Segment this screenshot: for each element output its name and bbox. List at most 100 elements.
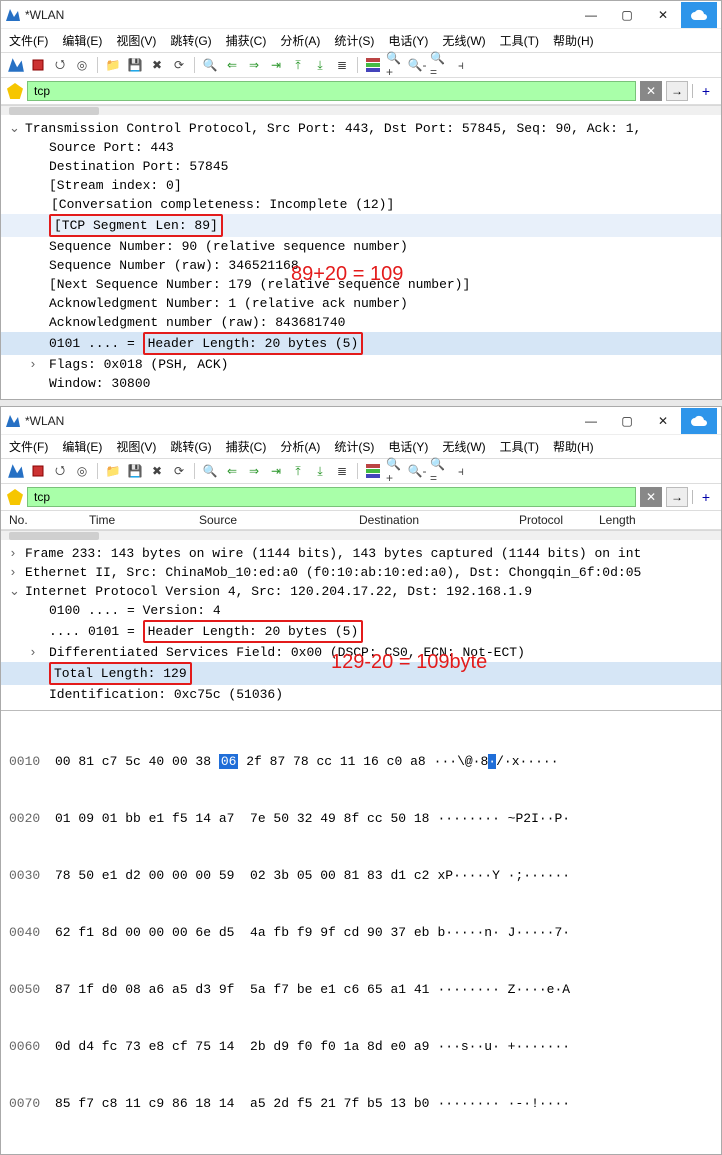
hex-row[interactable]: 004062 f1 8d 00 00 00 6e d5 4a fb f9 9f … bbox=[1, 923, 721, 942]
packet-detail-pane[interactable]: ⌄ Transmission Control Protocol, Src Port… bbox=[1, 115, 721, 399]
minimize-button[interactable]: — bbox=[573, 2, 609, 28]
col-len[interactable]: Length bbox=[599, 513, 649, 527]
resize-cols-icon[interactable]: ⫞ bbox=[452, 56, 470, 74]
col-src[interactable]: Source bbox=[199, 513, 359, 527]
coloring-icon[interactable] bbox=[364, 462, 382, 480]
add-filter-button[interactable]: + bbox=[697, 81, 715, 101]
menu-stat[interactable]: 统计(S) bbox=[334, 438, 374, 455]
bookmark-icon[interactable] bbox=[7, 83, 23, 99]
first-icon[interactable]: ⤒ bbox=[289, 462, 307, 480]
col-no[interactable]: No. bbox=[9, 513, 89, 527]
header-length[interactable]: Header Length: 20 bytes (5) bbox=[143, 332, 364, 355]
menu-view[interactable]: 视图(V) bbox=[116, 438, 156, 455]
close-button[interactable]: ✕ bbox=[645, 408, 681, 434]
ip-header-length[interactable]: Header Length: 20 bytes (5) bbox=[143, 620, 364, 643]
zoom-out-icon[interactable]: 🔍- bbox=[408, 462, 426, 480]
menu-tools[interactable]: 工具(T) bbox=[500, 438, 539, 455]
total-length[interactable]: Total Length: 129 bbox=[49, 662, 192, 685]
hex-row[interactable]: 001000 81 c7 5c 40 00 38 06 2f 87 78 cc … bbox=[1, 752, 721, 771]
ip-version[interactable]: 0100 .... = Version: 4 bbox=[49, 603, 221, 618]
jump-icon[interactable]: ⇥ bbox=[267, 56, 285, 74]
restart-capture-icon[interactable]: ⭯ bbox=[51, 56, 69, 74]
tcp-header[interactable]: Transmission Control Protocol, Src Port:… bbox=[25, 121, 641, 136]
hex-row[interactable]: 005087 1f d0 08 a6 a5 d3 9f 5a f7 be e1 … bbox=[1, 980, 721, 999]
menu-edit[interactable]: 编辑(E) bbox=[62, 438, 102, 455]
bookmark-icon[interactable] bbox=[7, 489, 23, 505]
minimize-button[interactable]: — bbox=[573, 408, 609, 434]
first-icon[interactable]: ⤒ bbox=[289, 56, 307, 74]
maximize-button[interactable]: ▢ bbox=[609, 2, 645, 28]
stop-capture-icon[interactable] bbox=[29, 462, 47, 480]
toolbar-app-icon[interactable] bbox=[7, 56, 25, 74]
expand-icon[interactable]: › bbox=[9, 544, 19, 563]
hex-row[interactable]: 007085 f7 c8 11 c9 86 18 14 a5 2d f5 21 … bbox=[1, 1094, 721, 1113]
menu-file[interactable]: 文件(F) bbox=[9, 32, 48, 49]
expand-icon[interactable]: › bbox=[29, 355, 39, 374]
last-icon[interactable]: ⤓ bbox=[311, 56, 329, 74]
menu-help[interactable]: 帮助(H) bbox=[553, 438, 594, 455]
autoscroll-icon[interactable]: ≣ bbox=[333, 462, 351, 480]
seq-number[interactable]: Sequence Number: 90 (relative sequence n… bbox=[49, 239, 408, 254]
maximize-button[interactable]: ▢ bbox=[609, 408, 645, 434]
zoom-in-icon[interactable]: 🔍+ bbox=[386, 56, 404, 74]
open-icon[interactable]: 📁 bbox=[104, 462, 122, 480]
menu-analyze[interactable]: 分析(A) bbox=[280, 32, 320, 49]
jump-icon[interactable]: ⇥ bbox=[267, 462, 285, 480]
prev-icon[interactable]: ⇐ bbox=[223, 462, 241, 480]
next-seq[interactable]: [Next Sequence Number: 179 (relative seq… bbox=[49, 277, 470, 292]
eth-line[interactable]: Ethernet II, Src: ChinaMob_10:ed:a0 (f0:… bbox=[25, 565, 641, 580]
col-time[interactable]: Time bbox=[89, 513, 199, 527]
resize-cols-icon[interactable]: ⫞ bbox=[452, 462, 470, 480]
close-file-icon[interactable]: ✖ bbox=[148, 56, 166, 74]
collapse-icon[interactable]: ⌄ bbox=[9, 119, 19, 138]
conversation-completeness[interactable]: [Conversation completeness: Incomplete (… bbox=[49, 197, 394, 212]
menu-capture[interactable]: 捕获(C) bbox=[226, 438, 267, 455]
apply-filter-button[interactable]: → bbox=[666, 81, 688, 101]
save-icon[interactable]: 💾 bbox=[126, 56, 144, 74]
expand-icon[interactable]: › bbox=[29, 643, 39, 662]
add-filter-button[interactable]: + bbox=[697, 487, 715, 507]
zoom-out-icon[interactable]: 🔍- bbox=[408, 56, 426, 74]
menu-tel[interactable]: 电话(Y) bbox=[388, 32, 428, 49]
find-icon[interactable]: 🔍 bbox=[201, 462, 219, 480]
zoom-reset-icon[interactable]: 🔍= bbox=[430, 56, 448, 74]
cloud-icon[interactable] bbox=[681, 2, 717, 28]
next-icon[interactable]: ⇒ bbox=[245, 56, 263, 74]
autoscroll-icon[interactable]: ≣ bbox=[333, 56, 351, 74]
frame-line[interactable]: Frame 233: 143 bytes on wire (1144 bits)… bbox=[25, 546, 641, 561]
ack-number-raw[interactable]: Acknowledgment number (raw): 843681740 bbox=[49, 315, 345, 330]
identification[interactable]: Identification: 0xc75c (51036) bbox=[49, 687, 283, 702]
packet-list-header[interactable]: No. Time Source Destination Protocol Len… bbox=[1, 511, 721, 530]
zoom-reset-icon[interactable]: 🔍= bbox=[430, 462, 448, 480]
clear-filter-button[interactable]: ✕ bbox=[640, 81, 662, 101]
dst-port[interactable]: Destination Port: 57845 bbox=[49, 159, 228, 174]
display-filter-input[interactable] bbox=[27, 487, 636, 507]
menu-tel[interactable]: 电话(Y) bbox=[388, 438, 428, 455]
collapse-icon[interactable]: ⌄ bbox=[9, 582, 19, 601]
src-port[interactable]: Source Port: 443 bbox=[49, 140, 174, 155]
hscroll[interactable] bbox=[1, 530, 721, 540]
col-proto[interactable]: Protocol bbox=[519, 513, 599, 527]
save-icon[interactable]: 💾 bbox=[126, 462, 144, 480]
menu-go[interactable]: 跳转(G) bbox=[170, 32, 211, 49]
prev-icon[interactable]: ⇐ bbox=[223, 56, 241, 74]
seq-number-raw[interactable]: Sequence Number (raw): 346521168 bbox=[49, 258, 299, 273]
hex-pane[interactable]: 001000 81 c7 5c 40 00 38 06 2f 87 78 cc … bbox=[1, 710, 721, 1154]
menu-capture[interactable]: 捕获(C) bbox=[226, 32, 267, 49]
menu-wireless[interactable]: 无线(W) bbox=[442, 438, 485, 455]
menu-wireless[interactable]: 无线(W) bbox=[442, 32, 485, 49]
hdr-len-prefix[interactable]: 0101 .... = bbox=[49, 336, 143, 351]
menu-stat[interactable]: 统计(S) bbox=[334, 32, 374, 49]
last-icon[interactable]: ⤓ bbox=[311, 462, 329, 480]
open-icon[interactable]: 📁 bbox=[104, 56, 122, 74]
col-dst[interactable]: Destination bbox=[359, 513, 519, 527]
packet-detail-pane[interactable]: › Frame 233: 143 bytes on wire (1144 bits… bbox=[1, 540, 721, 710]
restart-capture-icon[interactable]: ⭯ bbox=[51, 462, 69, 480]
apply-filter-button[interactable]: → bbox=[666, 487, 688, 507]
menu-tools[interactable]: 工具(T) bbox=[500, 32, 539, 49]
toolbar-app-icon[interactable] bbox=[7, 462, 25, 480]
hex-row[interactable]: 003078 50 e1 d2 00 00 00 59 02 3b 05 00 … bbox=[1, 866, 721, 885]
hex-row[interactable]: 00600d d4 fc 73 e8 cf 75 14 2b d9 f0 f0 … bbox=[1, 1037, 721, 1056]
reload-icon[interactable]: ⟳ bbox=[170, 56, 188, 74]
menu-file[interactable]: 文件(F) bbox=[9, 438, 48, 455]
